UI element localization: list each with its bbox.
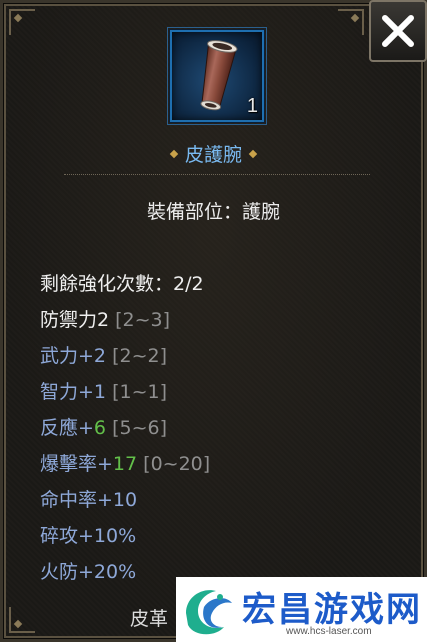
stat-int-range: [1~1]	[112, 381, 167, 403]
item-count: 1	[246, 95, 258, 117]
stat-crit-range: [0~20]	[143, 453, 211, 475]
stat-reflex-bonus: 6	[93, 417, 107, 439]
stat-crit-bonus: 17	[112, 453, 138, 475]
stat-force-range: [2~2]	[112, 345, 167, 367]
stat-reflex-range: [5~6]	[112, 417, 167, 439]
equip-slot-text: 裝備部位：護腕	[146, 201, 280, 223]
stat-defense-label: 防禦力2	[40, 309, 110, 331]
frame-corner-ornament	[338, 9, 364, 35]
watermark-url: www.hcs-laser.com	[286, 626, 372, 637]
frame-corner-ornament	[9, 9, 35, 35]
diamond-ornament-icon	[169, 149, 179, 158]
close-x-icon	[382, 15, 414, 47]
watermark-logo-icon	[186, 590, 232, 635]
stat-int-label: 智力+1	[40, 381, 107, 403]
stat-int: 智力+1 [1~1]	[40, 374, 210, 410]
stat-defense: 防禦力2 [2~3]	[40, 302, 210, 338]
stat-reflex: 反應+6 [5~6]	[40, 410, 210, 446]
stat-crit: 爆擊率+17 [0~20]	[40, 446, 210, 482]
diamond-ornament-icon	[248, 149, 258, 158]
material-text: 皮革	[130, 608, 169, 630]
stat-enhance-count: 剩餘強化次數：2/2	[40, 273, 204, 295]
frame-corner-ornament	[9, 607, 35, 633]
item-name-row: 皮護腕	[0, 140, 427, 167]
stat-crit-label: 爆擊率+	[40, 453, 113, 475]
watermark-title: 宏昌游戏网	[242, 590, 422, 630]
close-button[interactable]	[369, 0, 427, 62]
stat-force: 武力+2 [2~2]	[40, 338, 210, 374]
stat-hit: 命中率+10	[40, 489, 138, 511]
stat-pierce: 碎攻+10%	[40, 525, 137, 547]
stats-list: 剩餘強化次數：2/2 防禦力2 [2~3] 武力+2 [2~2] 智力+1 [1…	[40, 266, 210, 590]
stat-defense-range: [2~3]	[115, 309, 171, 331]
item-icon-slot[interactable]: 1	[167, 27, 267, 125]
stat-force-label: 武力+2	[40, 345, 107, 367]
divider	[64, 174, 370, 175]
watermark: 宏昌游戏网 www.hcs-laser.com	[176, 577, 427, 642]
item-name: 皮護腕	[184, 144, 242, 166]
stat-reflex-label: 反應+	[40, 417, 94, 439]
